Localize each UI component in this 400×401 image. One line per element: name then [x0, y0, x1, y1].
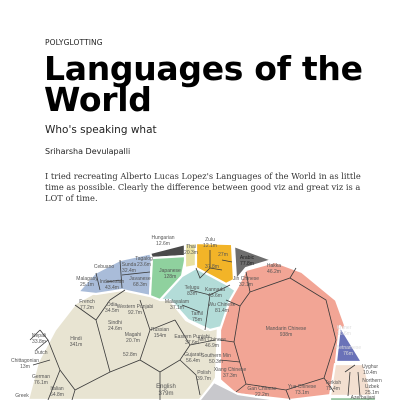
cell-label[interactable]: Malagasy 25.1m [76, 276, 97, 288]
label-value: 46.2m [267, 269, 281, 275]
cell-label[interactable]: Southern Min 50.3m [201, 353, 231, 365]
label-value: 83m [187, 291, 197, 297]
label-value: 154m [153, 333, 167, 339]
cell-label[interactable]: Vietnamese 76m [335, 345, 361, 357]
label-value: 37.3m [223, 373, 237, 379]
cell-label[interactable]: Greek [15, 393, 29, 399]
label-value: 32.1m [239, 282, 253, 288]
label-value: 39.7m [197, 376, 211, 382]
cell-label[interactable]: Malayalam 37.1m [165, 299, 189, 311]
label-value: 76m [343, 351, 353, 357]
cell-label[interactable]: Xiang Chinese 37.3m [214, 367, 247, 379]
cell-label[interactable]: Indonesian 43.4m [100, 279, 124, 291]
label-value: 34.5m [105, 308, 119, 314]
cell-label[interactable]: Uyghur 10.4m [362, 364, 378, 376]
label-value: 23.6m [137, 262, 151, 268]
cell-label[interactable]: Jin Chinese 32.1m [233, 276, 259, 288]
label-value: 43.6m [208, 293, 222, 299]
label-name: English [156, 384, 176, 390]
label-value: 77.8m [240, 261, 254, 267]
cell-label[interactable]: Dutch [34, 350, 47, 356]
label-value: 64.8m [50, 392, 64, 398]
label-name: Greek [15, 393, 29, 399]
label-value: 50.3m [209, 359, 223, 365]
cell-label[interactable]: 37.8m [205, 264, 219, 270]
cell-label[interactable]: Javanese 68.3m [129, 276, 150, 288]
label-value: 92.7m [128, 310, 142, 316]
cell-label[interactable]: Polish 39.7m [197, 370, 211, 382]
cell-label[interactable]: Azerbaijani [351, 395, 376, 401]
cell-label[interactable]: Khmer 16.6m [337, 325, 352, 337]
cell-label[interactable]: Western Punjabi 92.7m [117, 304, 154, 316]
label-value: 32.4m [122, 268, 136, 274]
cell-label[interactable]: Russian 154m [151, 327, 169, 339]
cell-label[interactable]: Hakka 46.2m [267, 263, 281, 275]
label-value: 33.8m [32, 339, 46, 345]
cell-label[interactable]: Northern Uzbek 25.1m [359, 378, 385, 396]
cell-label[interactable]: Thai 20.3m [184, 244, 198, 256]
label-value: 25.1m [80, 282, 94, 288]
label-value: 79.4m [326, 386, 340, 392]
label-value: 20.3m [184, 250, 198, 256]
label-value: 20.7m [126, 338, 140, 344]
label-value: 10.4m [363, 370, 377, 376]
label-value: 37.6m [185, 340, 199, 346]
cell-label[interactable]: Hindi 341m [70, 336, 83, 348]
cell-label[interactable]: Yue Chinese 73.1m [288, 384, 316, 396]
label-value: 128m [163, 274, 177, 280]
cell-label[interactable]: 52.8m [123, 352, 137, 358]
cell-label[interactable]: Sindhi 24.6m [108, 320, 122, 332]
label-name: Cebuano [93, 264, 115, 270]
label-name: Dutch [34, 350, 48, 356]
cell-label[interactable]: Magahi 20.7m [125, 332, 141, 344]
label-value: 379m [158, 391, 174, 397]
label-value: 73.1m [295, 390, 309, 396]
label-value: 43.4m [105, 285, 119, 291]
label-name: Azerbaijani [350, 395, 376, 401]
label-value: 938m [279, 332, 293, 338]
label-value: 76.1m [34, 380, 48, 386]
cell-label[interactable]: Telugu 83m [185, 285, 200, 297]
cell-label[interactable]: Sunda 32.4m [122, 262, 136, 274]
cell-label[interactable]: Hungarian 12.6m [151, 235, 174, 247]
label-value: 68.3m [133, 282, 147, 288]
cell-label[interactable]: Cebuano [94, 264, 114, 270]
cell-label[interactable]: French 77.2m [79, 299, 95, 311]
label-value: 24.6m [108, 326, 122, 332]
label-value: 37.1m [170, 305, 184, 311]
label-value: 52.8m [123, 352, 137, 358]
cell-label[interactable]: Japanese 128m [159, 268, 181, 280]
label-value: 77.2m [80, 305, 94, 311]
cell-label[interactable]: 27m [218, 252, 228, 258]
cell-label[interactable]: Zulu 12.1m [203, 237, 217, 249]
cell-label[interactable]: Tamil 75m [191, 311, 203, 323]
label-value: 12.6m [156, 241, 170, 247]
cell-label[interactable]: German 76.1m [32, 374, 50, 386]
cell-label[interactable]: Tagalog 23.6m [135, 256, 153, 268]
cell-label[interactable]: Arabic 77.8m [240, 255, 254, 267]
cell-label[interactable]: Gan Chinese 22.2m [247, 386, 276, 398]
cell-label[interactable]: English 379m [156, 384, 176, 398]
cell-label[interactable]: Italian 64.8m [50, 386, 64, 398]
cell-label[interactable]: Kannada 43.6m [205, 287, 225, 299]
cell-label[interactable]: Odia 34.5m [105, 302, 119, 314]
label-value: 13m [20, 364, 30, 370]
cell-label[interactable]: Turkish 79.4m [325, 380, 341, 392]
cell-label[interactable]: Eastern Punjabi 37.6m [174, 334, 209, 346]
label-value: 75m [192, 317, 202, 323]
label-value: 56.4m [186, 358, 200, 364]
cell-label[interactable]: Wu Chinese 81.4m [208, 302, 235, 314]
label-value: 341m [69, 342, 83, 348]
label-value: 22.2m [255, 392, 269, 398]
cell-label[interactable]: Gujarati 56.4m [184, 352, 202, 364]
label-value: 37.8m [205, 264, 219, 270]
label-value: 16.6m [337, 331, 351, 337]
label-value: 81.4m [215, 308, 229, 314]
label-value: 12.1m [203, 243, 217, 249]
cell-label[interactable]: Mandarin Chinese 938m [266, 326, 307, 338]
cell-label[interactable]: Chittagonian 13m [11, 358, 39, 370]
label-value: 27m [218, 252, 228, 258]
cell-label[interactable]: Nepali 33.8m [32, 333, 46, 345]
label-name: Northern Uzbek [362, 378, 382, 390]
